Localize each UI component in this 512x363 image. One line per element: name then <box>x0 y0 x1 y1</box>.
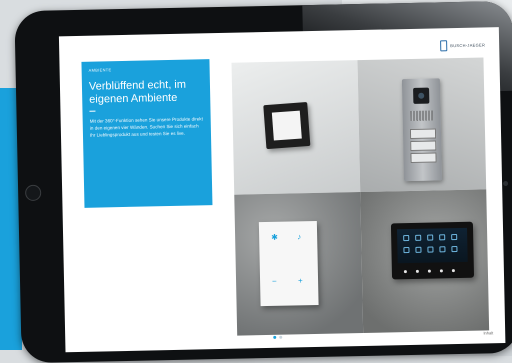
logo-mark-icon <box>440 40 448 52</box>
page-dot[interactable] <box>279 335 283 339</box>
door-intercom-tile[interactable] <box>357 57 487 193</box>
home-button[interactable] <box>25 184 42 202</box>
app-screen: BUSCH-JAEGER AMBIENTE Verblüffend echt, … <box>58 27 506 353</box>
light-switch-icon <box>263 102 311 150</box>
contents-link[interactable]: Inhalt <box>483 330 493 335</box>
page-indicator[interactable] <box>273 335 283 339</box>
front-camera <box>503 180 509 187</box>
brand-logo: BUSCH-JAEGER <box>440 39 486 52</box>
title-divider <box>89 110 96 112</box>
touch-panel-icon <box>390 221 475 280</box>
page-dot-active[interactable] <box>273 335 277 339</box>
light-switch-tile[interactable] <box>231 60 361 195</box>
tablet-device: BUSCH-JAEGER AMBIENTE Verblüffend echt, … <box>14 0 512 363</box>
touch-panel-tile[interactable] <box>360 189 490 334</box>
intro-text: Mit der 360°-Funktion sehen Sie unsere P… <box>89 116 203 139</box>
page-title: Verblüffend echt, im eigenen Ambiente <box>88 78 187 106</box>
keypad-switch-icon: ✱ ♪ − + <box>258 220 319 307</box>
door-intercom-icon <box>401 78 443 182</box>
product-image-grid: ✱ ♪ − + <box>231 57 490 336</box>
section-tag: AMBIENTE <box>88 67 112 73</box>
intro-card: AMBIENTE Verblüffend echt, im eigenen Am… <box>81 59 213 208</box>
logo-text: BUSCH-JAEGER <box>450 42 486 49</box>
room-controller-tile[interactable]: ✱ ♪ − + <box>234 192 364 336</box>
